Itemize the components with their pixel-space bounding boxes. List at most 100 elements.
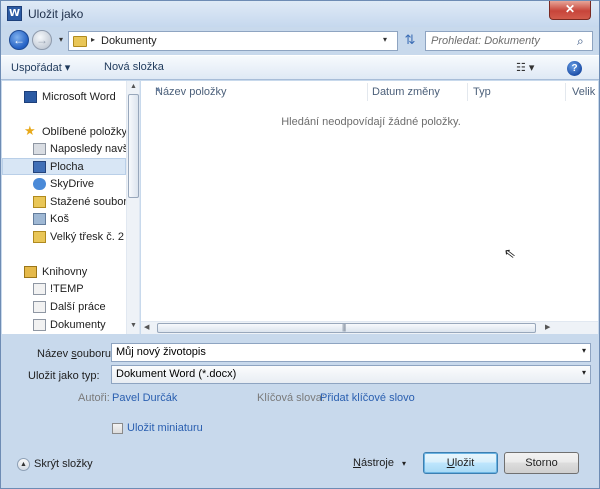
scrollbar-thumb[interactable]: [128, 94, 139, 198]
column-header-label: Typ: [473, 86, 491, 98]
libraries-icon: [24, 266, 37, 278]
tags-label: Klíčová slova:: [257, 392, 325, 404]
save-as-dialog: W Uložit jako ✕ ← → ▾ ▸ Dokumenty ▾ ⇅ Pr…: [0, 0, 600, 489]
sidebar-item-label: !TEMP: [50, 283, 84, 295]
organize-button[interactable]: Uspořádat ▾: [11, 61, 70, 74]
scroll-down-icon[interactable]: ▼: [130, 322, 137, 329]
tools-button[interactable]: Nástroje: [353, 457, 394, 469]
authors-label: Autoři:: [78, 392, 110, 404]
column-header-date[interactable]: Datum změny: [366, 81, 466, 103]
scroll-left-icon[interactable]: ◀: [144, 323, 149, 331]
sidebar-item-label: Oblíbené položky: [42, 126, 127, 138]
sidebar-item-recent-places[interactable]: Naposledy navští: [2, 141, 134, 158]
filetype-select[interactable]: Dokument Word (*.docx) ▾: [111, 365, 591, 384]
sidebar-item-label: Dokumenty: [50, 319, 106, 331]
window-title: Uložit jako: [28, 7, 84, 21]
forward-button[interactable]: →: [32, 30, 52, 50]
filetype-value: Dokument Word (*.docx): [116, 368, 237, 380]
save-thumbnail-label[interactable]: Uložit miniaturu: [127, 422, 203, 434]
column-header-type[interactable]: Typ: [467, 81, 567, 103]
document-icon: [33, 319, 46, 331]
sidebar-item-label: Koš: [50, 213, 69, 225]
help-icon[interactable]: ?: [567, 61, 582, 76]
close-button[interactable]: ✕: [549, 1, 591, 20]
sidebar-item-downloads[interactable]: Stažené soubory: [2, 194, 133, 211]
filename-value: Můj nový životopis: [116, 346, 206, 358]
word-icon: [24, 91, 37, 103]
tags-value[interactable]: Přidat klíčové slovo: [320, 392, 415, 404]
empty-results-message: Hledání neodpovídají žádné položky.: [281, 116, 461, 128]
sidebar-item-recycle-bin[interactable]: Koš: [2, 211, 126, 228]
desktop-icon: [33, 161, 46, 173]
title-bar: W Uložit jako ✕: [1, 1, 599, 27]
sidebar-item-libraries[interactable]: Knihovny: [2, 264, 126, 281]
downloads-icon: [33, 196, 46, 208]
sidebar-item-temp[interactable]: !TEMP: [2, 281, 126, 298]
file-list: Název položky ▲ Datum změny Typ Velik Hl…: [141, 81, 598, 334]
sidebar-item-favorites[interactable]: ★ Oblíbené položky: [2, 124, 127, 141]
folder-icon: [33, 231, 46, 243]
column-header-name[interactable]: Název položky ▲: [149, 81, 367, 103]
cancel-button[interactable]: Storno: [504, 452, 579, 474]
navigation-bar: ← → ▾ ▸ Dokumenty ▾ ⇅ Prohledat: Dokumen…: [1, 27, 599, 53]
sidebar-item-label: SkyDrive: [50, 178, 95, 190]
search-input[interactable]: Prohledat: Dokumenty ⌕: [425, 31, 593, 51]
scrollbar-thumb[interactable]: |||: [157, 323, 536, 333]
address-dropdown-icon[interactable]: ▾: [383, 35, 387, 44]
chevron-down-icon[interactable]: ▾: [402, 459, 406, 468]
sidebar-item-label: Naposledy navští: [50, 143, 135, 155]
recent-locations-dropdown[interactable]: ▾: [56, 33, 66, 47]
sidebar-item-label: Plocha: [50, 161, 84, 173]
column-header-label: Velik: [572, 86, 596, 98]
chevron-down-icon: ▾: [581, 368, 586, 377]
breadcrumb-documents[interactable]: Dokumenty: [101, 35, 157, 47]
column-header-label: Název položky: [155, 86, 227, 98]
search-icon[interactable]: ⌕: [577, 34, 584, 49]
sidebar-item-desktop[interactable]: Plocha: [2, 158, 126, 175]
recycle-bin-icon: [33, 213, 46, 225]
word-app-icon: W: [7, 6, 22, 21]
address-bar[interactable]: ▸ Dokumenty ▾: [68, 31, 398, 51]
back-button[interactable]: ←: [9, 30, 29, 50]
horizontal-scrollbar[interactable]: ◀ ||| ▶: [141, 321, 598, 334]
sidebar-item-label: Knihovny: [42, 266, 88, 278]
sidebar-item-microsoft-word[interactable]: Microsoft Word: [2, 89, 126, 106]
sidebar-item-label: Velký třesk č. 2: [50, 231, 124, 243]
sidebar-item-label: Další práce: [50, 301, 106, 313]
command-toolbar: Uspořádat ▾ Nová složka ☷ ▾ ?: [1, 55, 599, 80]
sidebar-scrollbar[interactable]: ▲ ▼: [126, 81, 139, 334]
search-placeholder: Prohledat: Dokumenty: [431, 35, 540, 47]
save-button[interactable]: Uložit: [423, 452, 498, 474]
document-icon: [33, 301, 46, 313]
new-folder-button[interactable]: Nová složka: [104, 61, 164, 73]
recent-places-icon: [33, 143, 46, 155]
breadcrumb-separator-icon[interactable]: ▸: [91, 35, 95, 44]
skydrive-icon: [33, 178, 46, 190]
navigation-pane: Microsoft Word ★ Oblíbené položky Naposl…: [2, 81, 140, 334]
change-view-button[interactable]: ☷ ▾: [516, 61, 534, 74]
sort-ascending-icon: ▲: [155, 86, 162, 93]
sidebar-item-velky-tresk[interactable]: Velký třesk č. 2: [2, 229, 126, 246]
hide-folders-button[interactable]: Skrýt složky: [34, 458, 93, 470]
scrollbar-grip-icon: |||: [342, 323, 346, 332]
scroll-right-icon[interactable]: ▶: [545, 323, 550, 331]
mouse-cursor-icon: ⇖: [502, 245, 517, 263]
document-icon: [33, 283, 46, 295]
filename-label: Název souboru:: [37, 348, 115, 360]
filetype-label: Uložit jako typ:: [28, 370, 100, 382]
star-icon: ★: [24, 124, 36, 139]
scroll-up-icon[interactable]: ▲: [130, 83, 137, 90]
filename-input[interactable]: Můj nový životopis ▾: [111, 343, 591, 362]
authors-value[interactable]: Pavel Durčák: [112, 392, 177, 404]
save-thumbnail-checkbox[interactable]: [112, 423, 123, 434]
sidebar-item-skydrive[interactable]: SkyDrive: [2, 176, 126, 193]
sidebar-item-documents[interactable]: Dokumenty: [2, 317, 126, 334]
refresh-button[interactable]: ⇅: [400, 31, 420, 51]
column-header-size[interactable]: Velik: [566, 81, 598, 103]
column-header-label: Datum změny: [372, 86, 440, 98]
collapse-arrow-icon[interactable]: ▲: [17, 458, 30, 471]
sidebar-item-dalsi-prace[interactable]: Další práce: [2, 299, 126, 316]
sidebar-item-label: Microsoft Word: [42, 91, 116, 103]
chevron-down-icon[interactable]: ▾: [582, 346, 586, 355]
folder-icon: [73, 36, 87, 47]
